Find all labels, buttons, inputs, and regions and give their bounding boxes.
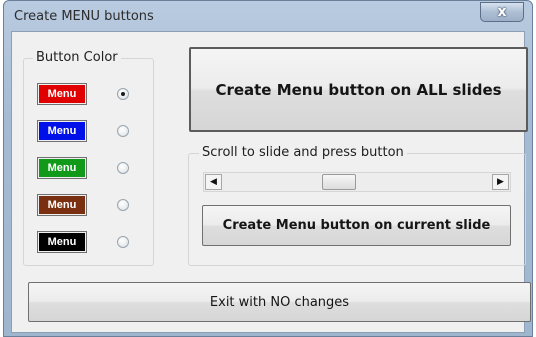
slide-scrollbar[interactable]: ◀ ▶ [203,172,511,192]
swatch-label: Menu [47,236,77,248]
create-current-slide-label: Create Menu button on current slide [222,218,491,233]
scroll-slide-group-label: Scroll to slide and press button [199,145,407,160]
close-icon: x [497,4,507,20]
scroll-right-arrow-icon[interactable]: ▶ [492,174,509,190]
exit-button[interactable]: Exit with NO changes [28,282,531,322]
create-all-slides-label: Create Menu button on ALL slides [215,80,502,99]
swatch-label: Menu [47,88,77,100]
color-swatch-brown-fill: Menu [39,196,85,214]
create-all-slides-button[interactable]: Create Menu button on ALL slides [189,47,528,132]
dialog-client-area: Button Color Menu Menu Menu Menu Menu Cr… [11,31,531,333]
swatch-label: Menu [47,125,77,137]
radio-black[interactable] [117,236,129,248]
dialog-window: Create MENU buttons x Button Color Menu … [3,0,533,337]
color-swatch-green[interactable]: Menu [37,157,87,179]
close-button[interactable]: x [480,2,524,22]
color-swatch-green-fill: Menu [39,159,85,177]
exit-button-label: Exit with NO changes [209,294,350,310]
swatch-label: Menu [47,199,77,211]
color-swatch-blue-fill: Menu [39,122,85,140]
color-swatch-red[interactable]: Menu [37,83,87,105]
swatch-label: Menu [47,162,77,174]
color-swatch-black[interactable]: Menu [37,231,87,253]
scroll-left-arrow-icon[interactable]: ◀ [205,174,222,190]
color-swatch-blue[interactable]: Menu [37,120,87,142]
radio-red[interactable] [117,88,129,100]
radio-green[interactable] [117,162,129,174]
color-swatch-black-fill: Menu [39,233,85,251]
window-title: Create MENU buttons [14,9,154,24]
button-color-group: Button Color Menu Menu Menu Menu Menu [23,50,154,266]
scroll-thumb[interactable] [322,174,356,190]
button-color-group-label: Button Color [33,50,121,65]
color-swatch-red-fill: Menu [39,85,85,103]
radio-blue[interactable] [117,125,129,137]
radio-brown[interactable] [117,199,129,211]
create-current-slide-button[interactable]: Create Menu button on current slide [202,205,511,246]
color-swatch-brown[interactable]: Menu [37,194,87,216]
title-bar[interactable]: Create MENU buttons x [4,1,532,31]
